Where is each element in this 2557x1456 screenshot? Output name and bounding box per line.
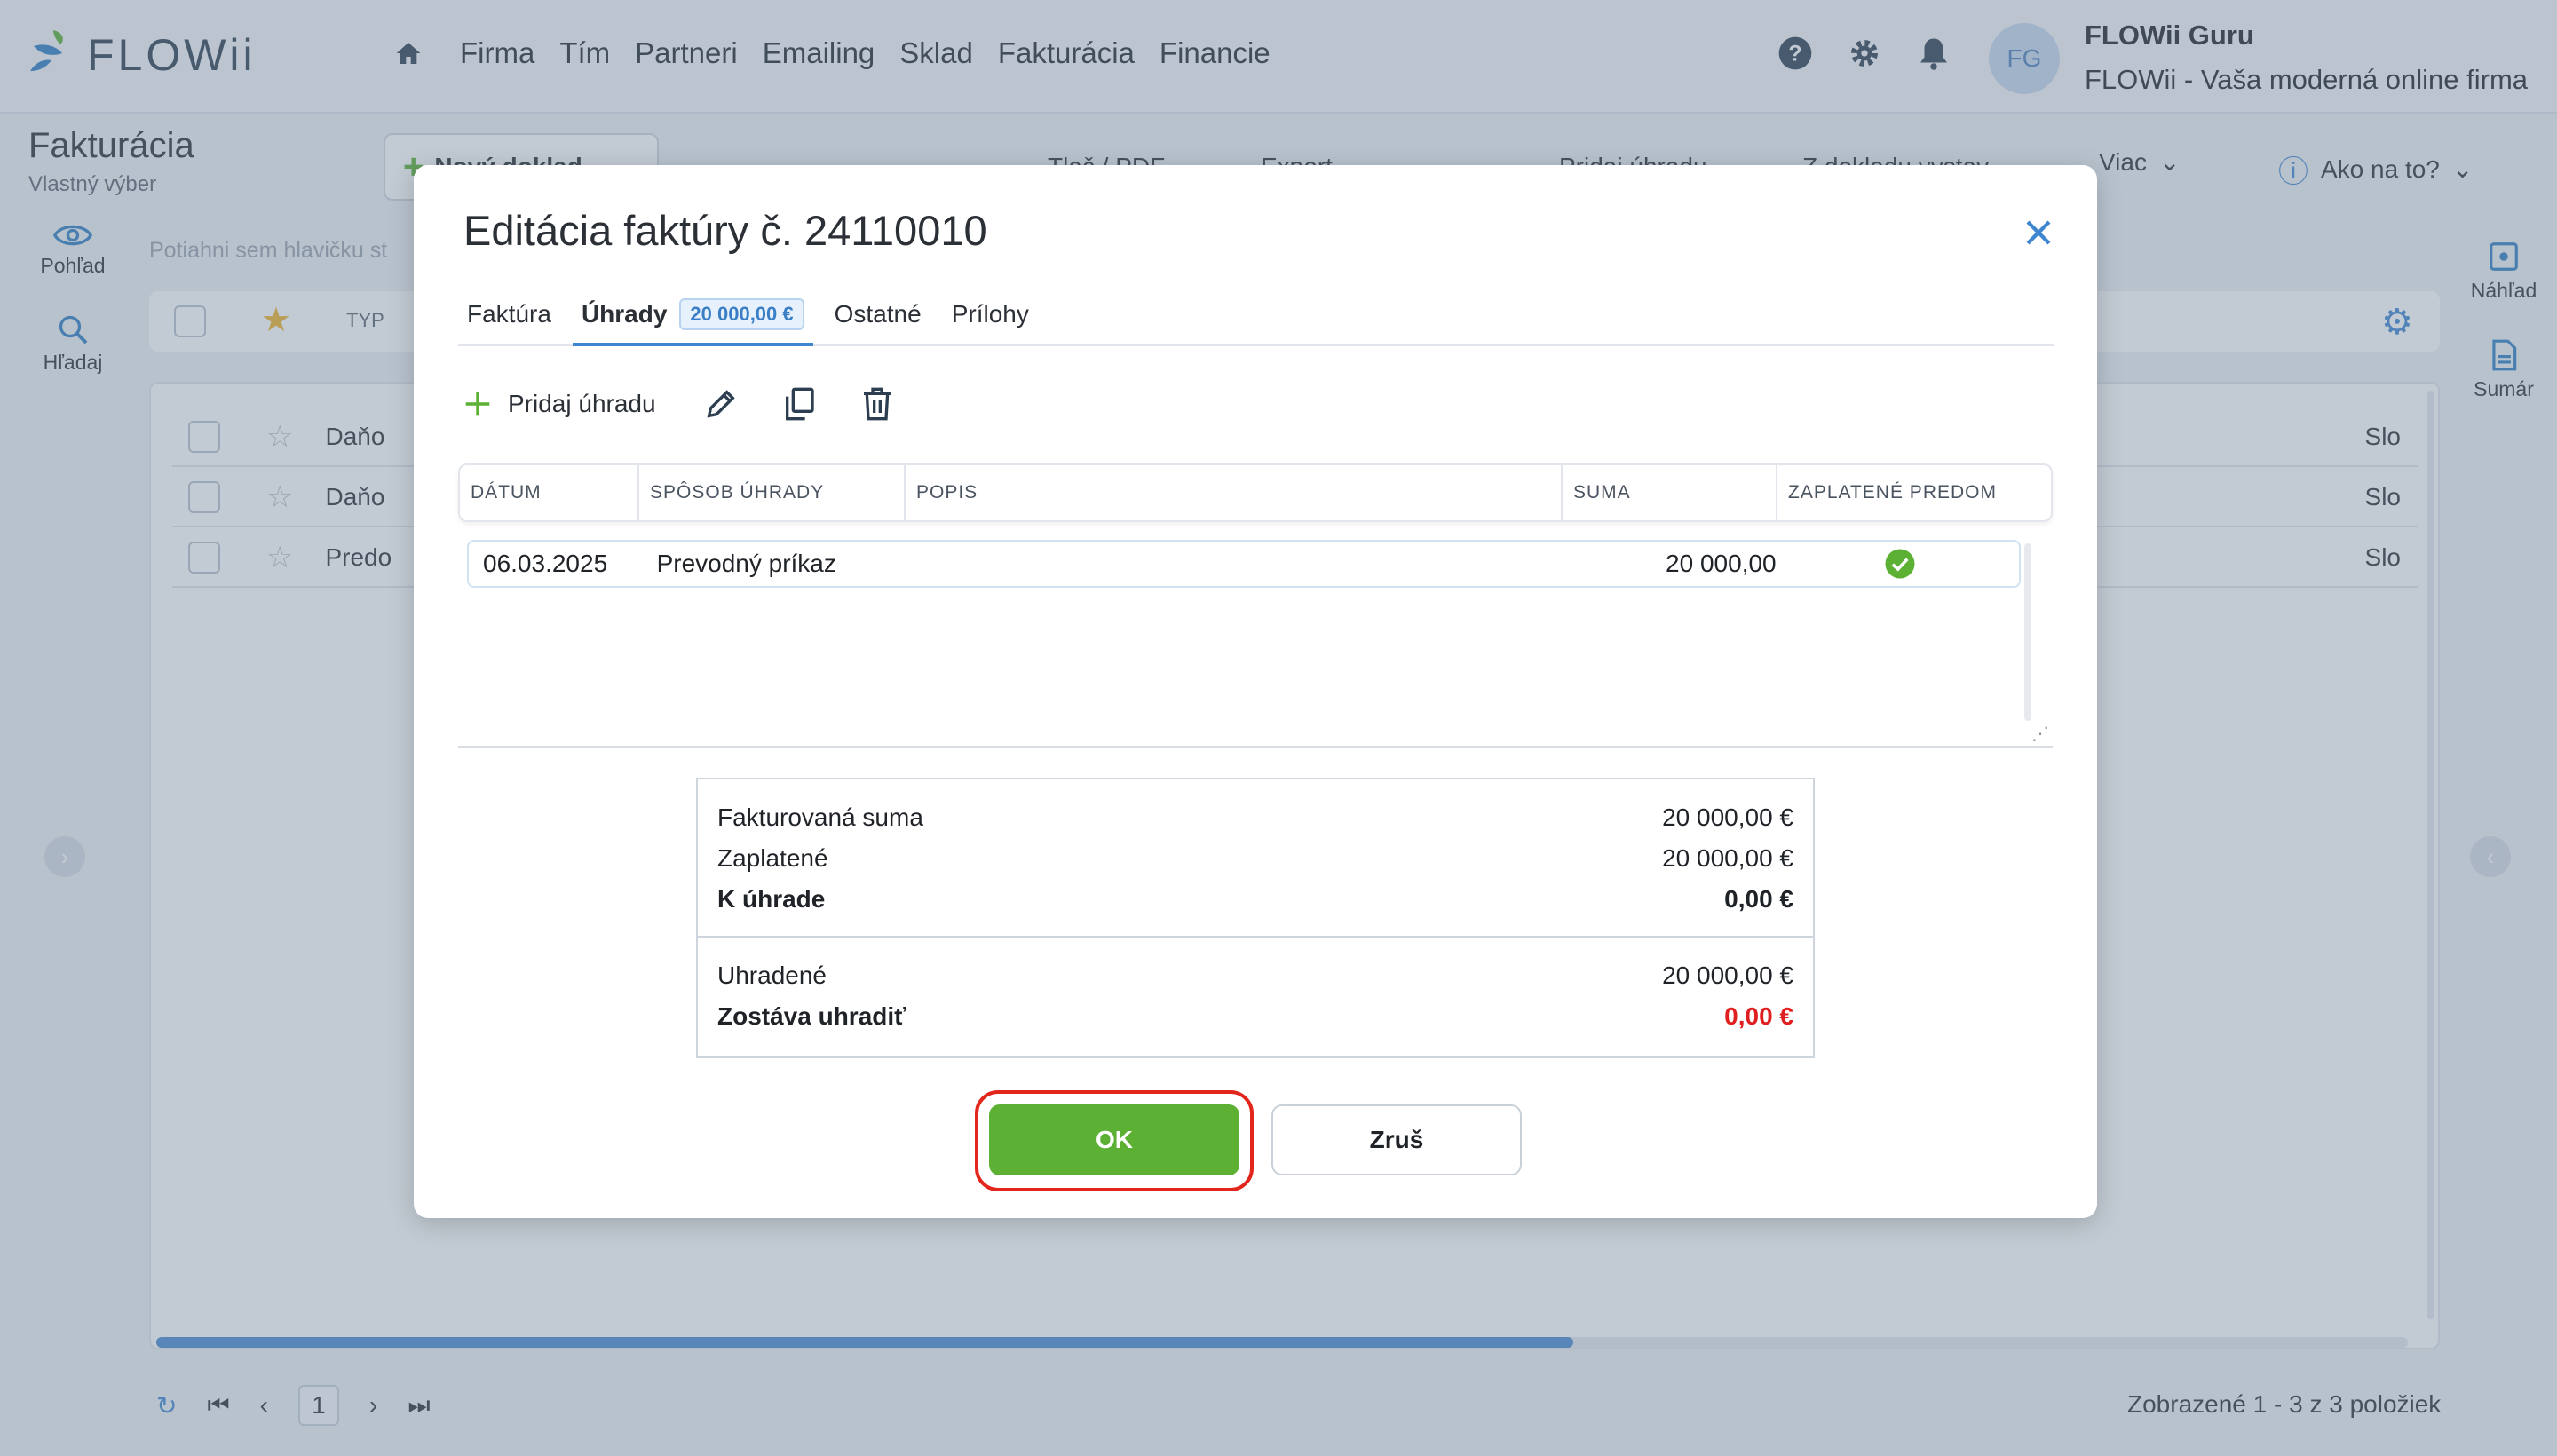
payment-amount: 20 000,00 <box>1666 550 1777 577</box>
column-header-prepaid[interactable]: ZAPLATENÉ PREDOM <box>1777 465 2051 520</box>
summary-settled-row: Uhradené 20 000,00 € <box>717 955 1793 996</box>
payment-date: 06.03.2025 <box>483 550 608 577</box>
payments-toolbar: Pridaj úhradu <box>463 384 935 424</box>
invoiced-value: 20 000,00 € <box>1662 803 1793 831</box>
summary-paid-row: Zaplatené 20 000,00 € <box>717 838 1793 879</box>
prepaid-check <box>1782 548 2019 580</box>
resize-handle-icon[interactable]: ⋰ <box>2031 723 2049 745</box>
tab-invoice[interactable]: Faktúra <box>458 289 560 346</box>
payment-summary: Fakturovaná suma 20 000,00 € Zaplatené 2… <box>696 778 1815 1058</box>
tab-payments[interactable]: Úhrady 20 000,00 € <box>572 289 813 346</box>
table-vertical-scrollbar[interactable] <box>2024 543 2031 721</box>
close-icon[interactable] <box>2017 211 2060 254</box>
column-header-date[interactable]: DÁTUM <box>460 465 639 520</box>
copy-icon[interactable] <box>779 384 819 424</box>
cancel-button[interactable]: Zruš <box>1271 1104 1522 1175</box>
column-header-method[interactable]: SPÔSOB ÚHRADY <box>639 465 906 520</box>
check-icon <box>1885 549 1915 579</box>
settled-label: Uhradené <box>717 961 827 989</box>
summary-invoiced-row: Fakturovaná suma 20 000,00 € <box>717 797 1793 838</box>
tab-label: Úhrady <box>581 300 668 328</box>
tab-label: Ostatné <box>834 300 922 328</box>
column-header-amount[interactable]: SUMA <box>1563 465 1777 520</box>
summary-invoice-section: Fakturovaná suma 20 000,00 € Zaplatené 2… <box>698 797 1813 920</box>
payments-table: DÁTUM SPÔSOB ÚHRADY POPIS SUMA ZAPLATENÉ… <box>458 463 2053 748</box>
table-header: DÁTUM SPÔSOB ÚHRADY POPIS SUMA ZAPLATENÉ… <box>458 463 2053 522</box>
add-payment-button[interactable]: Pridaj úhradu <box>463 390 656 418</box>
pencil-icon[interactable] <box>701 384 741 424</box>
payment-method: Prevodný príkaz <box>656 550 836 577</box>
payments-total-badge: 20 000,00 € <box>679 298 804 330</box>
dialog-tabs: Faktúra Úhrady 20 000,00 € Ostatné Prílo… <box>458 289 2054 346</box>
paid-value: 20 000,00 € <box>1662 844 1793 872</box>
edit-invoice-dialog: Editácia faktúry č. 24110010 Faktúra Úhr… <box>414 165 2097 1218</box>
due-label: K úhrade <box>717 885 826 913</box>
trash-icon[interactable] <box>857 384 898 424</box>
remaining-label: Zostáva uhradiť <box>717 1002 906 1030</box>
summary-due-row: K úhrade 0,00 € <box>717 879 1793 920</box>
tab-attachments[interactable]: Prílohy <box>943 289 1038 346</box>
tab-label: Faktúra <box>467 300 551 328</box>
settled-value: 20 000,00 € <box>1662 961 1793 989</box>
table-row[interactable]: 06.03.2025 Prevodný príkaz 20 000,00 <box>467 540 2021 588</box>
invoiced-label: Fakturovaná suma <box>717 803 923 831</box>
paid-label: Zaplatené <box>717 844 828 872</box>
summary-divider <box>698 936 1813 938</box>
tab-other[interactable]: Ostatné <box>826 289 930 346</box>
plus-icon <box>465 392 490 416</box>
due-value: 0,00 € <box>1724 885 1793 913</box>
dialog-title: Editácia faktúry č. 24110010 <box>463 207 987 254</box>
column-header-description[interactable]: POPIS <box>906 465 1563 520</box>
table-body: 06.03.2025 Prevodný príkaz 20 000,00 ⋰ <box>458 522 2053 748</box>
summary-remaining-row: Zostáva uhradiť 0,00 € <box>717 996 1793 1037</box>
ok-button[interactable]: OK <box>989 1104 1239 1175</box>
summary-settlement-section: Uhradené 20 000,00 € Zostáva uhradiť 0,0… <box>698 955 1813 1037</box>
remaining-value: 0,00 € <box>1724 1002 1793 1030</box>
add-payment-label: Pridaj úhradu <box>508 390 656 417</box>
tab-label: Prílohy <box>951 300 1029 328</box>
